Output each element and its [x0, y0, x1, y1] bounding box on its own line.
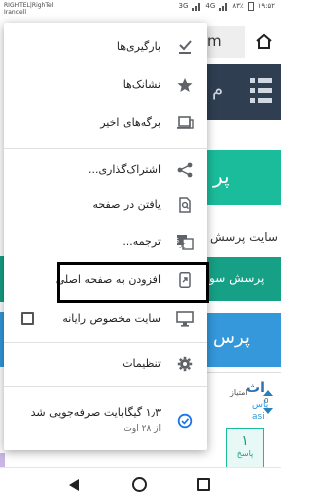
carrier-names: RIGHTEL|RighTel Irancell: [4, 2, 53, 16]
menu-item-label: تنظیمات: [122, 357, 161, 370]
green-banner: پر: [205, 150, 281, 205]
score-label: امتیاز: [230, 388, 248, 397]
url-text: m: [207, 32, 222, 50]
menu-grid-icon[interactable]: [250, 78, 272, 104]
menu-divider: [4, 342, 207, 343]
menu-item-label: سایت مخصوص رایانه: [62, 312, 161, 325]
menu-item-label: نشانک‌ها: [122, 78, 161, 91]
battery-percent: ۸۳٪: [232, 2, 244, 10]
data-saver-icon: [176, 413, 194, 429]
menu-item-share[interactable]: اشتراک‌گذاری...: [4, 151, 207, 189]
blue-banner[interactable]: پرس: [205, 313, 281, 367]
question-link[interactable]: پاس: [252, 400, 268, 410]
answer-label: پاسخ: [236, 449, 254, 458]
svg-text:文: 文: [179, 240, 186, 249]
menu-item-label: یافتن در صفحه: [92, 198, 161, 211]
menu-item-translate[interactable]: G文 ترجمه...: [4, 223, 207, 261]
menu-item-label: اشتراک‌گذاری...: [87, 163, 161, 176]
menu-item-find-in-page[interactable]: یافتن در صفحه: [4, 186, 207, 224]
carrier-2: Irancell: [4, 9, 27, 16]
star-icon: [176, 77, 194, 93]
menu-item-bookmarks[interactable]: نشانک‌ها: [4, 66, 207, 104]
translate-icon: G文: [176, 234, 194, 250]
network-type: 3G: [178, 2, 189, 10]
menu-item-label: ترجمه...: [122, 235, 161, 248]
menu-item-settings[interactable]: تنظیمات: [4, 345, 207, 383]
recent-tabs-icon: [176, 115, 194, 131]
question-link-2[interactable]: asi: [252, 412, 265, 422]
desktop-site-checkbox[interactable]: [21, 312, 34, 325]
battery-icon: [247, 2, 254, 11]
find-in-page-icon: [176, 197, 194, 213]
menu-divider: [4, 148, 207, 149]
menu-item-data-saver[interactable]: ۱٫۳ گیگابایت صرفه‌جویی شد از ۲۸ اوت: [4, 394, 207, 444]
purple-stripe: [0, 453, 5, 467]
gear-icon: [176, 356, 194, 372]
clock: ۱۹:۵۲: [257, 2, 275, 10]
data-saver-sublabel: از ۲۸ اوت: [123, 424, 161, 434]
menu-item-recent-tabs[interactable]: برگه‌های اخیر: [4, 104, 207, 142]
status-icons: 3G 4G ۸۳٪ ۱۹:۵۲: [179, 2, 275, 11]
menu-item-label: برگه‌های اخیر: [100, 116, 161, 129]
desktop-icon: [176, 311, 194, 327]
menu-item-desktop-site[interactable]: سایت مخصوص رایانه: [4, 300, 207, 338]
signal-icon-2: [219, 2, 228, 11]
home-icon[interactable]: [255, 33, 273, 49]
status-bar: RIGHTEL|RighTel Irancell 3G 4G ۸۳٪ ۱۹:۵۲: [0, 0, 281, 20]
site-logo: م: [212, 79, 224, 100]
system-nav-bar: [0, 467, 281, 500]
menu-item-label: بارگیری‌ها: [116, 40, 161, 53]
signal-icon: [192, 2, 201, 11]
home-button-icon[interactable]: [132, 477, 147, 492]
answer-count-box: ۱ پاسخ: [226, 428, 264, 470]
question-text: سایت پرسش: [210, 230, 278, 244]
teal-banner[interactable]: پرسش سو: [205, 257, 281, 301]
recent-apps-icon[interactable]: [197, 478, 210, 491]
question-title[interactable]: اث: [246, 380, 265, 396]
browser-overflow-menu: بارگیری‌ها نشانک‌ها برگه‌های اخیر اشتراک…: [4, 23, 207, 450]
back-icon[interactable]: [69, 479, 79, 491]
carrier-1: RIGHTEL|RighTel: [4, 2, 54, 9]
download-done-icon: [176, 39, 194, 55]
share-icon: [176, 162, 194, 178]
menu-divider: [4, 386, 207, 387]
menu-item-downloads[interactable]: بارگیری‌ها: [4, 28, 207, 66]
network-type-2: 4G: [205, 2, 216, 10]
answer-count: ۱: [241, 433, 249, 449]
data-saver-label: ۱٫۳ گیگابایت صرفه‌جویی شد: [30, 406, 161, 419]
highlight-box: [57, 262, 209, 303]
